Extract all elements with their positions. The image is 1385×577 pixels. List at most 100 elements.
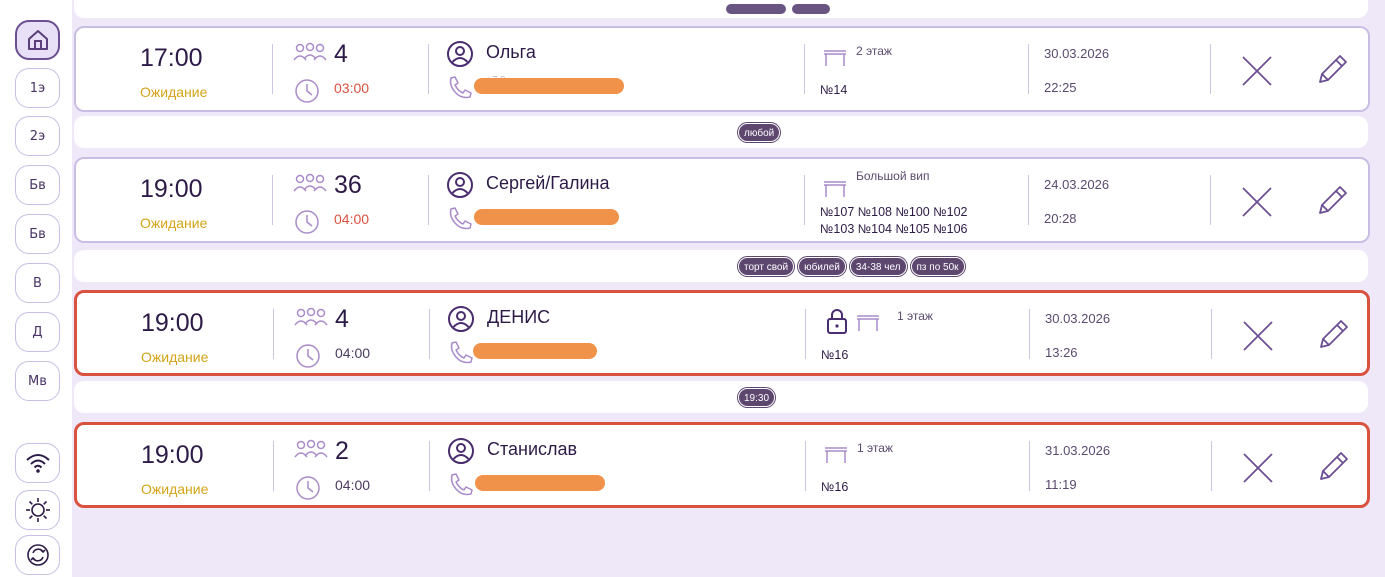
edit-reservation-button[interactable] — [1315, 317, 1351, 353]
divider — [429, 309, 430, 359]
divider — [429, 441, 430, 491]
reservation-date: 24.03.2026 — [1044, 177, 1110, 192]
reservation-date: 30.03.2026 — [1044, 46, 1110, 61]
reservation-status: Ожидание — [141, 481, 209, 497]
person-icon — [447, 41, 473, 67]
cancel-reservation-button[interactable] — [1241, 319, 1275, 353]
guests-icon — [293, 42, 327, 61]
phone-icon — [450, 473, 473, 496]
created-time: 13:26 — [1045, 345, 1078, 360]
sidebar-item-floor-1[interactable]: 1э — [15, 68, 60, 108]
reservation-list: 17:00 Ожидание 4 03:00 Ольга +7 9 — [72, 0, 1385, 577]
sidebar-item-mv[interactable]: Мв — [15, 361, 60, 401]
reservation-time: 19:00 — [141, 441, 204, 469]
reservation-date: 30.03.2026 — [1045, 311, 1111, 326]
table-numbers: №107 №108 №100 №102 №103 №104 №105 №106 — [820, 205, 968, 236]
divider — [805, 309, 806, 359]
table-icon — [824, 50, 846, 66]
tag — [792, 4, 830, 14]
reservation-card[interactable]: 19:00 Ожидание 2 04:00 Станислав 1 этаж … — [74, 422, 1370, 508]
sidebar-item-bv-1[interactable]: Бв — [15, 165, 60, 205]
tag-row: торт свой юбилей 34-38 чел пз по 50к — [74, 250, 1368, 282]
table-numbers: №16 — [821, 480, 849, 494]
reservation-status: Ожидание — [140, 84, 208, 100]
edit-reservation-button[interactable] — [1314, 52, 1350, 88]
divider — [804, 175, 805, 225]
refresh-icon — [26, 544, 49, 566]
divider — [1211, 441, 1212, 491]
hall-name: 2 этаж — [856, 44, 892, 58]
tag: юбилей — [798, 257, 846, 276]
divider — [1028, 44, 1029, 94]
theme-button[interactable] — [15, 490, 60, 530]
duration: 04:00 — [335, 345, 371, 361]
divider — [273, 309, 274, 359]
divider — [1211, 309, 1212, 359]
reservation-time: 17:00 — [140, 44, 203, 72]
lock-icon — [827, 309, 847, 334]
phone-icon — [450, 341, 473, 364]
clock-icon — [295, 210, 319, 234]
reservation-status: Ожидание — [141, 349, 209, 365]
refresh-button[interactable] — [15, 535, 60, 575]
table-icon — [857, 315, 879, 331]
edit-reservation-button[interactable] — [1315, 449, 1351, 485]
reservation-time: 19:00 — [140, 175, 203, 203]
divider — [428, 175, 429, 225]
hall-name: Большой вип — [856, 169, 930, 183]
reservation-card[interactable]: 17:00 Ожидание 4 03:00 Ольга +7 9 — [74, 26, 1370, 112]
sidebar-item-v[interactable]: В — [15, 263, 60, 303]
divider — [804, 44, 805, 94]
guests-icon — [293, 173, 327, 192]
hall-name: 1 этаж — [897, 309, 933, 323]
reservation-card[interactable]: 19:00 Ожидание 36 04:00 Сергей/Галина Бо… — [74, 157, 1370, 243]
divider — [1029, 309, 1030, 359]
sidebar-item-d[interactable]: Д — [15, 312, 60, 352]
divider — [1210, 44, 1211, 94]
cancel-reservation-button[interactable] — [1241, 451, 1275, 485]
table-numbers: №16 — [821, 348, 849, 362]
phone-redaction — [474, 78, 624, 94]
sidebar-item-floor-2[interactable]: 2э — [15, 116, 60, 156]
guest-name: Станислав — [487, 439, 578, 459]
tag: 19:30 — [738, 388, 776, 407]
clock-icon — [296, 344, 320, 368]
phone-redaction — [475, 475, 605, 491]
edit-reservation-button[interactable] — [1314, 183, 1350, 219]
cancel-reservation-button[interactable] — [1240, 54, 1274, 88]
guest-name: ДЕНИС — [487, 307, 551, 327]
duration: 04:00 — [335, 477, 371, 493]
cancel-reservation-button[interactable] — [1240, 185, 1274, 219]
person-icon — [448, 306, 474, 332]
created-time: 11:19 — [1045, 477, 1077, 492]
clock-icon — [295, 79, 319, 103]
tag-row: 19:30 — [74, 381, 1368, 413]
person-icon — [448, 438, 474, 464]
divider — [272, 175, 273, 225]
reservation-card[interactable]: 19:00 Ожидание 4 04:00 ДЕНИС 1 этаж №16 … — [74, 290, 1370, 376]
divider — [1028, 175, 1029, 225]
person-icon — [447, 172, 473, 198]
guests-icon — [294, 307, 328, 326]
wifi-button[interactable] — [15, 443, 60, 483]
duration: 04:00 — [334, 211, 370, 227]
sidebar-item-bv-2[interactable]: Бв — [15, 214, 60, 254]
table-icon — [824, 181, 846, 197]
divider — [1210, 175, 1211, 225]
sidebar: 1э 2э Бв Бв В Д Мв — [0, 0, 72, 577]
guest-count: 4 — [335, 305, 349, 333]
created-time: 20:28 — [1044, 211, 1077, 226]
phone-icon — [449, 76, 472, 99]
reservation-status: Ожидание — [140, 215, 208, 231]
clock-icon — [296, 476, 320, 500]
guest-name: Сергей/Галина — [486, 173, 610, 193]
sun-icon — [25, 498, 50, 522]
sidebar-item-home[interactable] — [15, 20, 60, 60]
divider — [428, 44, 429, 94]
tag: торт свой — [738, 257, 795, 276]
guest-count: 4 — [334, 40, 348, 68]
tag: 34-38 чел — [849, 257, 907, 276]
wifi-icon — [25, 454, 50, 473]
phone-redaction — [473, 343, 597, 359]
reservation-date: 31.03.2026 — [1045, 443, 1111, 458]
